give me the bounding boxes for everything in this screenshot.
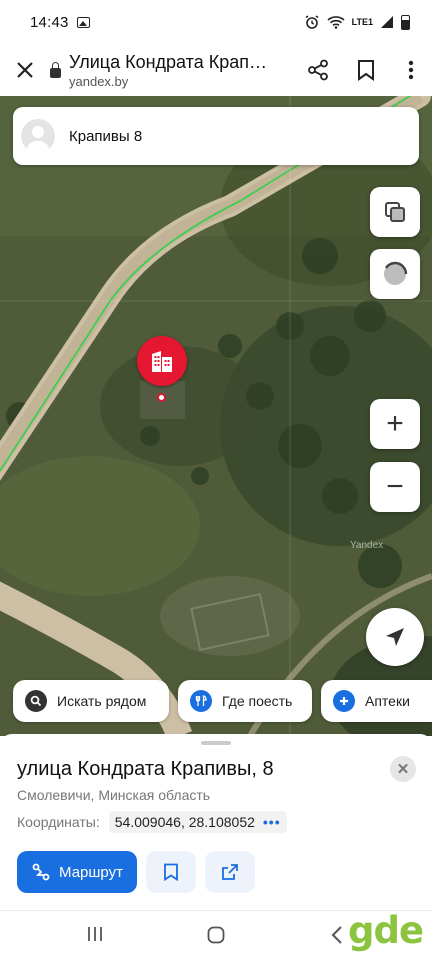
- wifi-icon: [327, 16, 345, 29]
- chip-pharmacies[interactable]: Аптеки: [321, 680, 432, 722]
- coordinates-label: Координаты:: [17, 814, 100, 830]
- route-button[interactable]: Маршрут: [17, 851, 137, 893]
- map-view[interactable]: Крапивы 8 + − Yandex Искать рядом Где по…: [0, 96, 432, 736]
- status-time: 14:43: [30, 13, 69, 31]
- bookmark-icon: [164, 863, 178, 881]
- external-share-icon: [222, 864, 238, 880]
- screen: 14:43 LTE1 Улица Кондрата Крапивы, 8 yan…: [0, 0, 432, 960]
- route-icon: [32, 863, 50, 881]
- place-address: улица Кондрата Крапивы, 8: [17, 758, 274, 780]
- zoom-out-button[interactable]: −: [370, 462, 420, 512]
- recent-apps-icon[interactable]: [86, 925, 104, 943]
- zoom-in-button[interactable]: +: [370, 399, 420, 449]
- home-icon[interactable]: [206, 925, 226, 945]
- coordinates-value[interactable]: 54.009046, 28.108052 •••: [108, 811, 287, 833]
- chip-where-to-eat[interactable]: Где поесть: [178, 680, 312, 722]
- page-title: Улица Кондрата Крапивы, 8: [69, 51, 269, 72]
- my-location-button[interactable]: [366, 608, 424, 666]
- place-pin[interactable]: [137, 336, 187, 386]
- pin-location-dot: [157, 393, 166, 402]
- share-place-button[interactable]: [205, 851, 255, 893]
- page-domain: yandex.by: [69, 73, 129, 89]
- bookmark-icon[interactable]: [342, 59, 390, 81]
- battery-icon: [401, 14, 410, 30]
- search-card[interactable]: Крапивы 8: [13, 107, 419, 165]
- signal-icon: [381, 16, 393, 28]
- building-icon: [152, 351, 172, 372]
- avatar[interactable]: [21, 119, 55, 153]
- chip-label: Где поесть: [222, 693, 293, 709]
- url-bar[interactable]: Улица Кондрата Крапивы, 8 yandex.by: [50, 52, 294, 89]
- back-icon[interactable]: [330, 925, 344, 945]
- chip-label: Аптеки: [365, 693, 410, 709]
- layers-icon: [385, 202, 405, 222]
- place-card: улица Кондрата Крапивы, 8 ✕ Смолевичи, М…: [0, 734, 432, 910]
- coordinates-text: 54.009046, 28.108052: [114, 814, 255, 830]
- browser-toolbar: Улица Кондрата Крапивы, 8 yandex.by: [0, 44, 432, 96]
- traffic-icon: [384, 261, 408, 285]
- navigation-arrow-icon: [386, 628, 404, 646]
- layers-button[interactable]: [370, 187, 420, 237]
- chip-label: Искать рядом: [57, 693, 147, 709]
- lock-icon: [50, 61, 61, 78]
- search-icon: [25, 690, 47, 712]
- share-icon[interactable]: [294, 59, 342, 81]
- route-label: Маршрут: [59, 863, 123, 881]
- close-tab-icon[interactable]: [0, 57, 50, 83]
- chip-search-nearby[interactable]: Искать рядом: [13, 680, 169, 722]
- search-query: Крапивы 8: [69, 127, 143, 145]
- traffic-button[interactable]: [370, 249, 420, 299]
- pharmacy-plus-icon: [333, 690, 355, 712]
- close-card-icon[interactable]: ✕: [390, 756, 416, 782]
- gde-logo: gde: [348, 909, 424, 952]
- save-bookmark-button[interactable]: [146, 851, 196, 893]
- fork-knife-icon: [190, 690, 212, 712]
- coordinates-more-icon[interactable]: •••: [263, 814, 281, 830]
- network-label: LTE1: [351, 17, 373, 27]
- place-region: Смолевичи, Минская область: [17, 787, 211, 803]
- gallery-notification-icon: [76, 16, 90, 28]
- more-menu-icon[interactable]: [390, 59, 432, 81]
- coordinates-row: Координаты: 54.009046, 28.108052 •••: [17, 811, 287, 833]
- alarm-icon: [305, 15, 319, 29]
- sheet-handle[interactable]: [201, 741, 231, 745]
- status-bar: 14:43 LTE1: [0, 0, 432, 44]
- map-watermark: Yandex: [350, 540, 384, 551]
